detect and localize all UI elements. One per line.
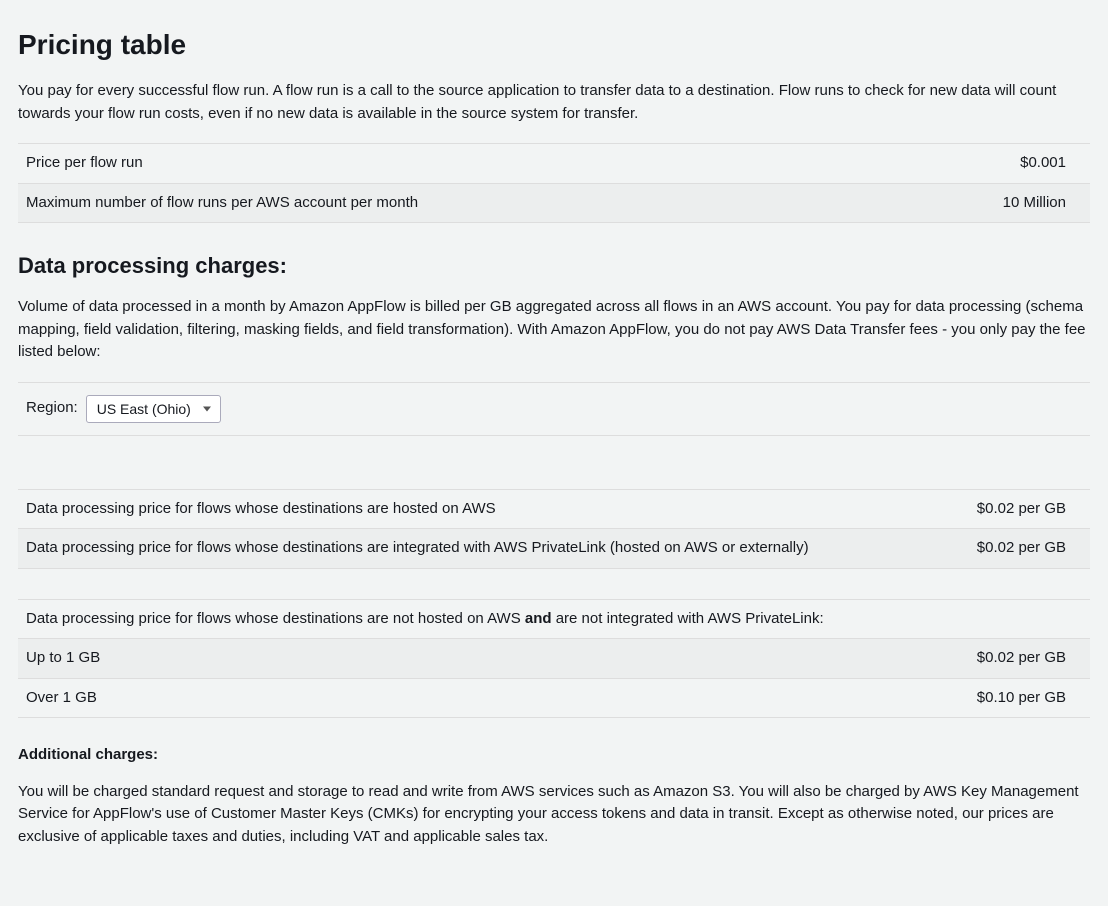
table-spacer bbox=[18, 456, 1090, 490]
region-selector-row: Region: US East (Ohio) bbox=[18, 382, 1090, 436]
row-value: $0.10 per GB bbox=[977, 687, 1082, 710]
intro-paragraph: You pay for every successful flow run. A… bbox=[18, 80, 1090, 125]
table-row: Over 1 GB $0.10 per GB bbox=[18, 679, 1090, 719]
header-prefix: Data processing price for flows whose de… bbox=[26, 610, 525, 627]
row-label: Data processing price for flows whose de… bbox=[26, 537, 977, 560]
section-heading-data-processing: Data processing charges: bbox=[18, 249, 1090, 282]
region-select-wrap: US East (Ohio) bbox=[86, 395, 221, 423]
header-bold: and bbox=[525, 610, 552, 627]
row-value: $0.02 per GB bbox=[977, 537, 1082, 560]
region-select[interactable]: US East (Ohio) bbox=[86, 395, 221, 423]
table-row: Up to 1 GB $0.02 per GB bbox=[18, 639, 1090, 679]
data-processing-table-1: Data processing price for flows whose de… bbox=[18, 456, 1090, 569]
page-title: Pricing table bbox=[18, 24, 1090, 66]
row-value: $0.02 per GB bbox=[977, 498, 1082, 521]
additional-charges-heading: Additional charges: bbox=[18, 744, 1090, 767]
table-row: Data processing price for flows whose de… bbox=[18, 490, 1090, 530]
table-row: Price per flow run $0.001 bbox=[18, 144, 1090, 184]
row-label: Up to 1 GB bbox=[26, 647, 977, 670]
row-value: $0.02 per GB bbox=[977, 647, 1082, 670]
row-label: Data processing price for flows whose de… bbox=[26, 498, 977, 521]
table-row: Maximum number of flow runs per AWS acco… bbox=[18, 184, 1090, 224]
table-row: Data processing price for flows whose de… bbox=[18, 529, 1090, 569]
row-label: Over 1 GB bbox=[26, 687, 977, 710]
region-label: Region: bbox=[26, 397, 78, 420]
header-suffix: are not integrated with AWS PrivateLink: bbox=[552, 610, 824, 627]
flow-run-pricing-table: Price per flow run $0.001 Maximum number… bbox=[18, 143, 1090, 223]
data-processing-table-2: Data processing price for flows whose de… bbox=[18, 599, 1090, 719]
data-processing-paragraph: Volume of data processed in a month by A… bbox=[18, 296, 1090, 364]
row-label: Price per flow run bbox=[26, 152, 1020, 175]
row-label: Maximum number of flow runs per AWS acco… bbox=[26, 192, 1003, 215]
additional-charges-paragraph: You will be charged standard request and… bbox=[18, 781, 1090, 849]
table-header-row: Data processing price for flows whose de… bbox=[18, 599, 1090, 640]
row-value: $0.001 bbox=[1020, 152, 1082, 175]
row-value: 10 Million bbox=[1003, 192, 1082, 215]
